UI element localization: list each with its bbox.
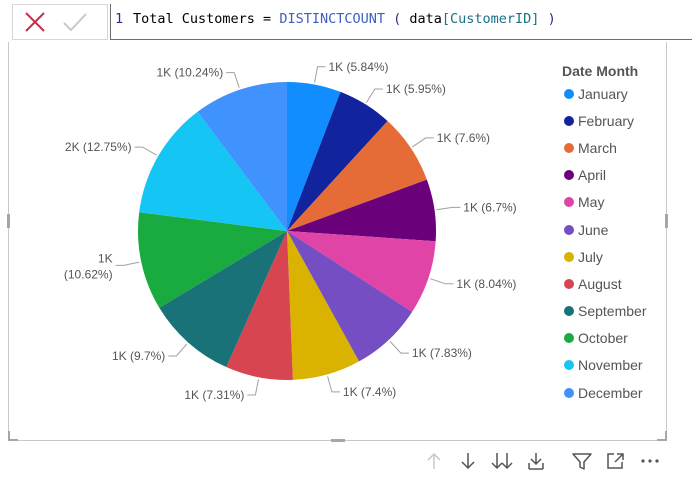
legend-item-may[interactable]: May [562,189,682,216]
legend-item-march[interactable]: March [562,134,682,161]
legend-label: August [578,275,622,292]
legend-marker [564,224,574,235]
go-to-next-level-icon [491,453,513,470]
more-options-icon [641,459,659,463]
filter-icon [572,453,592,470]
legend-marker [564,333,574,344]
data-label-august: 1K (7.31%) [184,388,244,402]
legend: Date Month January February March April May J… [562,62,682,406]
close-icon [25,12,45,32]
legend-title: Date Month [562,63,639,79]
focus-mode-button[interactable] [602,448,630,474]
legend-label: February [578,112,635,129]
legend-marker [564,387,574,398]
legend-label: September [578,303,647,320]
formula-token: Total Customers = [133,11,280,27]
leader-line [430,278,454,285]
legend-item-july[interactable]: July [562,243,682,270]
checkmark-icon [63,13,87,32]
legend-item-december[interactable]: December [562,379,682,406]
formula-token: DISTINCTCOUNT [279,11,385,27]
legend-item-october[interactable]: October [562,325,682,352]
data-label-december: 1K (10.24%) [156,66,223,80]
formula-token: ) [539,11,556,27]
resize-handle-bottom-right[interactable] [657,431,667,441]
legend-item-november[interactable]: November [562,352,682,379]
data-label-june: 1K (7.83%) [412,346,472,360]
commit-formula-button[interactable] [61,9,89,35]
legend-label: January [578,85,628,102]
data-label-october: 1K (10.62%) [64,251,113,281]
resize-handle-bottom-left[interactable] [8,431,18,441]
legend-label: March [578,139,617,156]
leader-line [365,88,383,103]
data-label-may: 1K (8.04%) [456,277,516,291]
leader-line [327,376,340,393]
leader-line [168,343,188,357]
drill-up-button[interactable] [420,448,448,474]
formula-editor[interactable]: 1 Total Customers = DISTINCTCOUNT ( data… [110,4,692,40]
formula-token: data [409,11,442,27]
next-level-button[interactable] [488,448,516,474]
data-label-february: 1K (5.95%) [386,82,446,96]
leader-line [314,66,326,83]
leader-line [412,137,434,148]
filter-button[interactable] [568,448,596,474]
leader-line [134,146,157,156]
legend-marker [564,197,574,208]
data-label-november: 2K (12.75%) [65,140,132,154]
legend-label: April [578,167,607,184]
legend-item-september[interactable]: September [562,298,682,325]
legend-marker [564,170,574,181]
drill-up-arrow-icon [427,452,441,469]
resize-handle-bottom[interactable] [331,439,345,442]
formula-token: ( [384,11,410,27]
leader-line [226,72,240,88]
legend-label: June [578,221,609,238]
legend-marker [564,251,574,262]
drill-down-arrow-icon [461,453,475,470]
expand-hierarchy-icon [528,453,544,470]
legend-item-april[interactable]: April [562,162,682,189]
cancel-formula-button[interactable] [21,9,49,35]
formula-text: Total Customers = DISTINCTCOUNT ( data[C… [133,4,556,34]
legend-marker [564,278,574,289]
visual-toolbar [420,448,692,474]
leader-line [247,379,259,396]
legend-marker [564,142,574,153]
legend-item-february[interactable]: February [562,107,682,134]
legend-item-august[interactable]: August [562,270,682,297]
more-options-button[interactable] [636,448,664,474]
data-label-september: 1K (9.7%) [112,349,165,363]
leader-line [115,261,140,266]
data-label-july: 1K (7.4%) [343,385,396,399]
legend-marker [564,360,574,371]
focus-mode-icon [607,453,624,469]
expand-hierarchy-button[interactable] [522,448,550,474]
leader-line [436,206,461,211]
legend-label: May [578,194,605,211]
legend-label: October [578,330,628,347]
line-number: 1 [115,11,124,27]
data-label-march: 1K (7.6%) [437,131,490,145]
resize-handle-left[interactable] [7,214,10,228]
legend-item-june[interactable]: June [562,216,682,243]
legend-label: July [578,248,603,265]
legend-item-january[interactable]: January [562,80,682,107]
legend-label: December [578,384,643,401]
formula-actions [12,4,108,40]
legend-marker [564,115,574,126]
data-label-january: 1K (5.84%) [329,60,389,74]
legend-label: November [578,357,643,374]
legend-marker [564,88,574,99]
formula-bar: 1 Total Customers = DISTINCTCOUNT ( data… [0,0,692,44]
legend-marker [564,306,574,317]
leader-line [389,341,409,354]
data-label-april: 1K (6.7%) [463,200,516,214]
formula-token: [CustomerID] [441,11,540,27]
drill-down-button[interactable] [454,448,482,474]
